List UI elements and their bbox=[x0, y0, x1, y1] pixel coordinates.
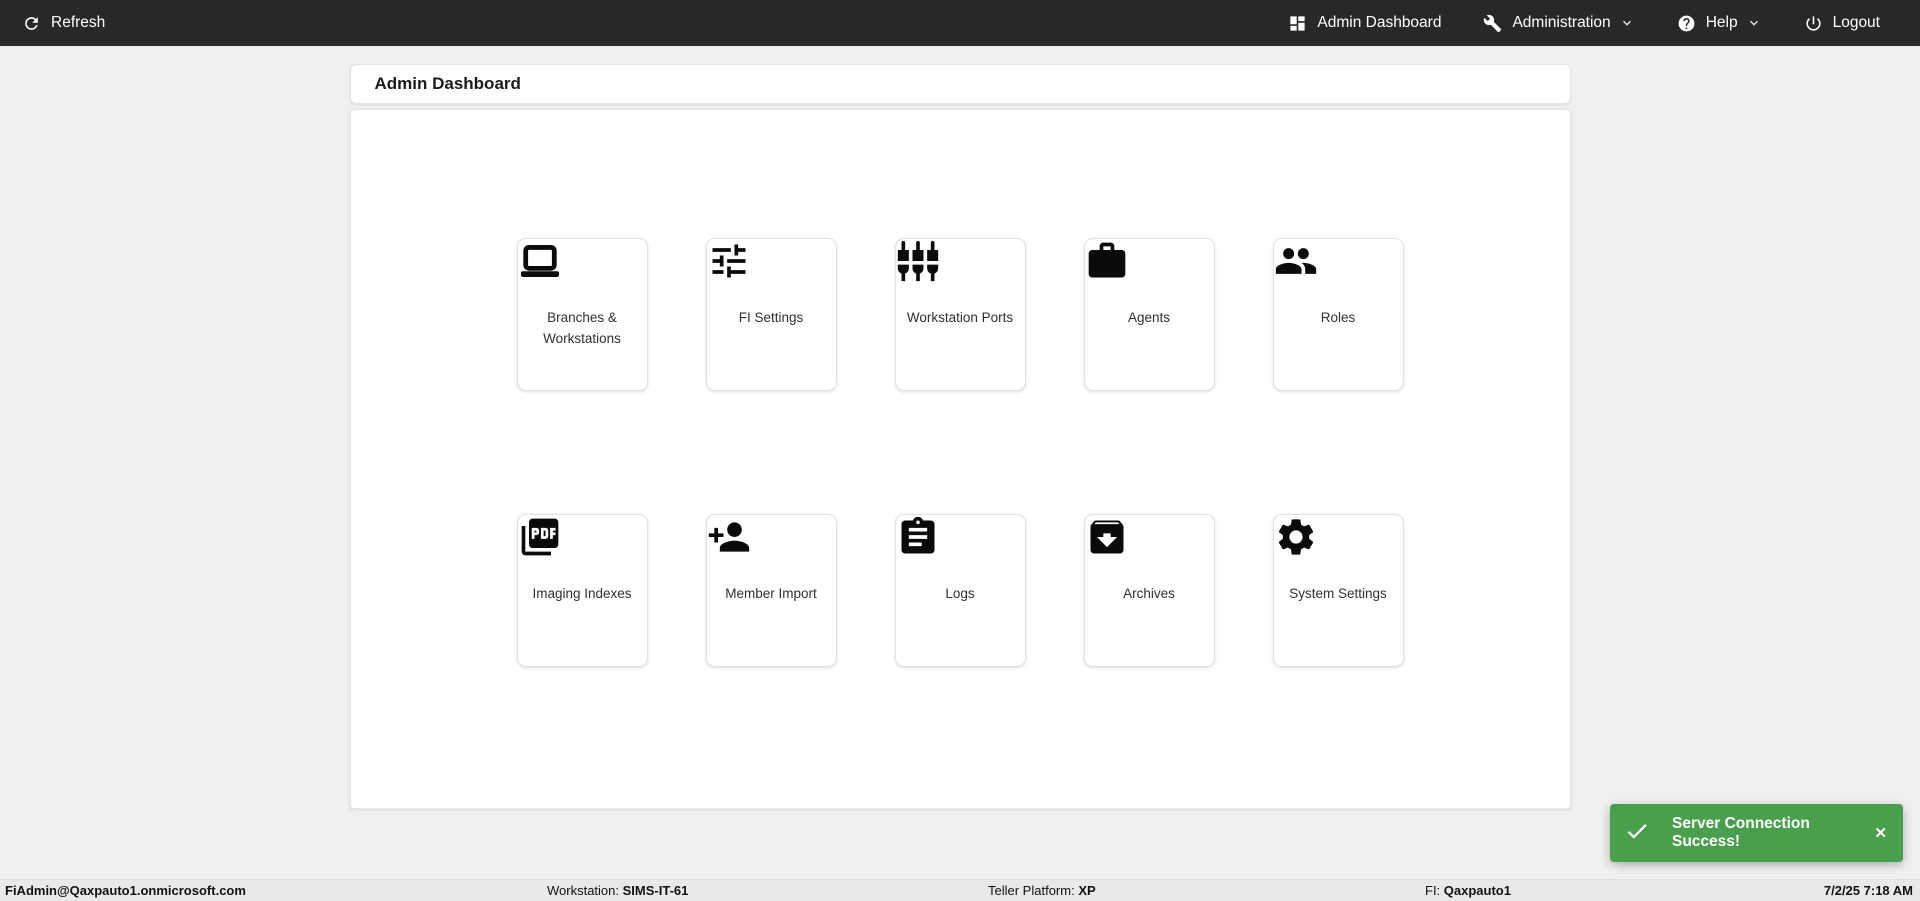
wrench-icon bbox=[1483, 14, 1502, 33]
status-teller-platform: Teller Platform: XP bbox=[988, 880, 1096, 901]
status-workstation-value: SIMS-IT-61 bbox=[622, 883, 689, 898]
dashboard-card: Branches & Workstations FI Settings Work… bbox=[349, 109, 1571, 809]
check-icon bbox=[1622, 818, 1652, 849]
page-title-card: Admin Dashboard bbox=[349, 64, 1571, 104]
nav-item-administration[interactable]: Administration bbox=[1483, 14, 1634, 33]
status-datetime: 7/2/25 7:18 AM bbox=[1823, 883, 1913, 898]
tile-label: Logs bbox=[945, 586, 975, 601]
refresh-label: Refresh bbox=[51, 14, 106, 31]
people-icon bbox=[1274, 239, 1403, 283]
top-bar: Refresh Admin Dashboard Administration H… bbox=[0, 0, 1920, 46]
tile-roles[interactable]: Roles bbox=[1272, 238, 1404, 391]
chevron-down-icon bbox=[1746, 15, 1762, 31]
status-workstation: Workstation: SIMS-IT-61 bbox=[547, 880, 688, 901]
status-workstation-label: Workstation: bbox=[547, 883, 620, 898]
status-fi: FI: Qaxpauto1 bbox=[1425, 880, 1511, 901]
tune-icon bbox=[707, 239, 836, 283]
tile-label: Imaging Indexes bbox=[532, 586, 632, 601]
page-title: Admin Dashboard bbox=[374, 74, 521, 93]
tile-fi-settings[interactable]: FI Settings bbox=[705, 238, 837, 391]
person-add-icon bbox=[707, 515, 836, 559]
tile-archives[interactable]: Archives bbox=[1083, 514, 1215, 667]
dashboard-icon bbox=[1288, 14, 1307, 33]
tile-agents[interactable]: Agents bbox=[1083, 238, 1215, 391]
input-component-icon bbox=[896, 239, 1025, 283]
briefcase-icon bbox=[1085, 239, 1214, 283]
tile-label: Archives bbox=[1123, 586, 1175, 601]
status-teller-platform-value: XP bbox=[1078, 883, 1096, 898]
status-user-email: FiAdmin@Qaxpauto1.onmicrosoft.com bbox=[5, 883, 246, 898]
laptop-icon bbox=[518, 239, 647, 283]
nav-label: Logout bbox=[1832, 14, 1880, 31]
nav-label: Administration bbox=[1512, 14, 1611, 31]
status-fi-label: FI: bbox=[1425, 883, 1441, 898]
tile-member-import[interactable]: Member Import bbox=[705, 514, 837, 667]
tile-label: Roles bbox=[1320, 310, 1356, 325]
nav-item-help[interactable]: Help bbox=[1677, 14, 1762, 33]
toast-success: Server Connection Success! ✕ bbox=[1610, 804, 1903, 862]
nav-item-admin-dashboard[interactable]: Admin Dashboard bbox=[1288, 14, 1441, 33]
status-bar: FiAdmin@Qaxpauto1.onmicrosoft.com Workst… bbox=[0, 879, 1920, 901]
tile-label: Member Import bbox=[725, 586, 817, 601]
archive-icon bbox=[1085, 515, 1214, 559]
tile-label: System Settings bbox=[1289, 586, 1387, 601]
refresh-icon bbox=[22, 14, 41, 33]
clipboard-icon bbox=[896, 515, 1025, 559]
tile-label: Branches & Workstations bbox=[543, 310, 621, 346]
nav-label: Admin Dashboard bbox=[1317, 14, 1442, 31]
nav-item-logout[interactable]: Logout bbox=[1804, 14, 1880, 33]
tile-imaging-indexes[interactable]: Imaging Indexes bbox=[516, 514, 648, 667]
status-teller-platform-label: Teller Platform: bbox=[988, 883, 1075, 898]
pdf-icon bbox=[518, 515, 647, 559]
tile-grid: Branches & Workstations FI Settings Work… bbox=[351, 110, 1570, 667]
tile-label: Agents bbox=[1127, 310, 1171, 325]
refresh-button[interactable]: Refresh bbox=[22, 14, 105, 33]
tile-workstation-ports[interactable]: Workstation Ports bbox=[894, 238, 1026, 391]
toast-close-button[interactable]: ✕ bbox=[1874, 826, 1887, 841]
top-nav: Admin Dashboard Administration Help Logo… bbox=[1288, 14, 1880, 33]
main-content: Admin Dashboard Branches & Workstations … bbox=[349, 64, 1571, 809]
status-fi-value: Qaxpauto1 bbox=[1443, 883, 1511, 898]
help-icon bbox=[1677, 14, 1696, 33]
nav-label: Help bbox=[1705, 14, 1738, 31]
tile-system-settings[interactable]: System Settings bbox=[1272, 514, 1404, 667]
chevron-down-icon bbox=[1619, 15, 1635, 31]
tile-branches-workstations[interactable]: Branches & Workstations bbox=[516, 238, 648, 391]
gear-icon bbox=[1274, 515, 1403, 559]
tile-label: FI Settings bbox=[738, 310, 804, 325]
toast-message: Server Connection Success! bbox=[1672, 815, 1810, 850]
tile-label: Workstation Ports bbox=[906, 310, 1014, 325]
power-icon bbox=[1804, 14, 1823, 33]
tile-logs[interactable]: Logs bbox=[894, 514, 1026, 667]
